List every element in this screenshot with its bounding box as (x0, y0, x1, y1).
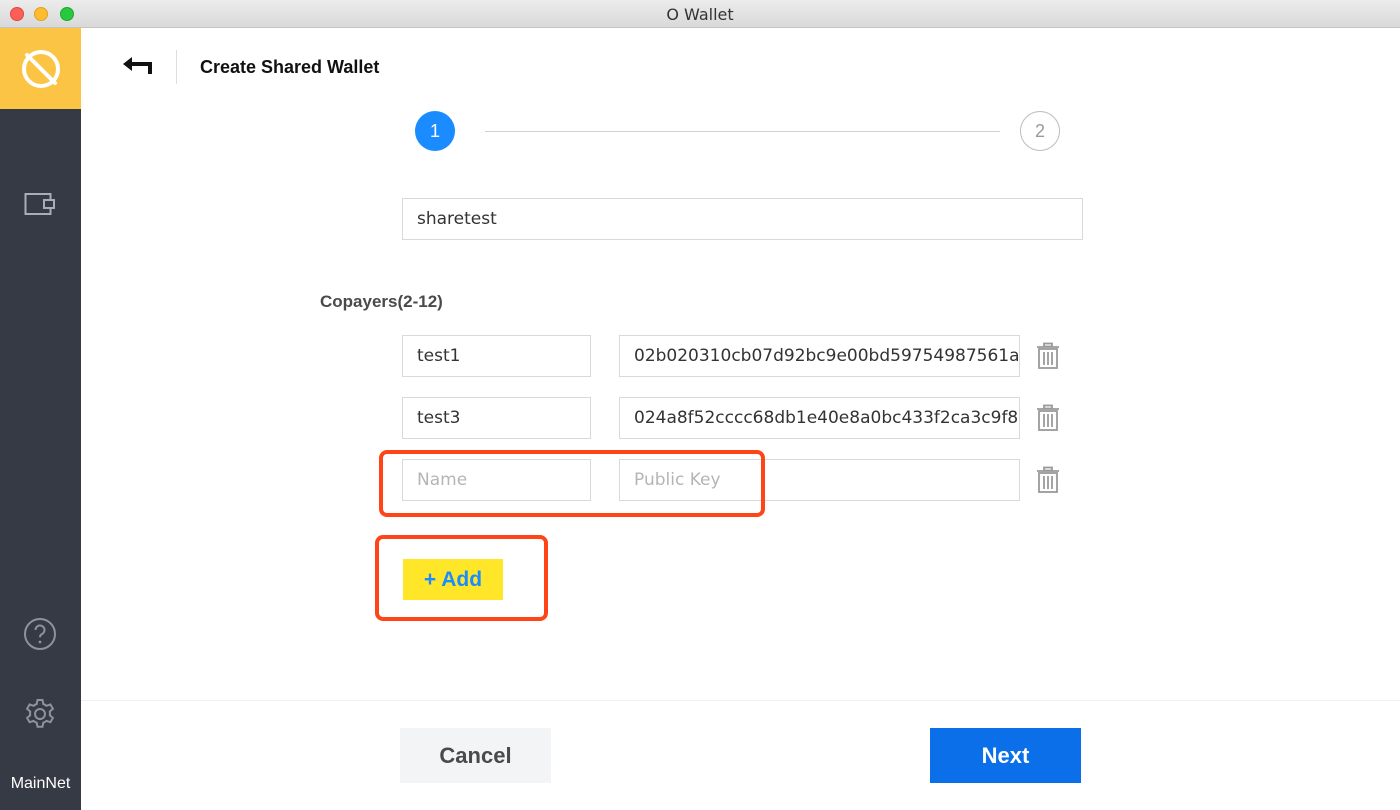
trash-icon (1037, 342, 1059, 369)
sidebar-item-help[interactable] (20, 614, 60, 654)
copayer-2-key-input[interactable]: 024a8f52cccc68db1e40e8a0bc433f2ca3c9f87 (619, 397, 1020, 439)
footer-divider (81, 700, 1400, 701)
wallet-name-input[interactable]: sharetest (402, 198, 1083, 240)
step-2-indicator: 2 (1020, 111, 1060, 151)
copayer-1-name-input[interactable]: test1 (402, 335, 591, 377)
app-logo[interactable] (0, 28, 81, 109)
trash-icon (1037, 404, 1059, 431)
help-icon (24, 618, 56, 650)
copayer-2-name-input[interactable]: test3 (402, 397, 591, 439)
sidebar-item-settings[interactable] (20, 694, 60, 734)
onto-logo-icon (21, 49, 60, 88)
new-copayer-key-input[interactable]: Public Key (619, 459, 1020, 501)
step-1-indicator: 1 (415, 111, 455, 151)
next-button[interactable]: Next (930, 728, 1081, 783)
sidebar: MainNet (0, 28, 81, 810)
delete-copayer-2-button[interactable] (1033, 402, 1063, 434)
back-arrow-icon (123, 57, 152, 74)
wallet-icon (24, 193, 55, 215)
delete-copayer-1-button[interactable] (1033, 340, 1063, 372)
window-titlebar: O Wallet (0, 0, 1400, 28)
back-button[interactable] (119, 52, 157, 80)
window-title: O Wallet (666, 5, 734, 24)
sidebar-item-wallets[interactable] (20, 184, 60, 224)
delete-copayer-3-button[interactable] (1033, 464, 1063, 496)
step-connector (485, 131, 1000, 132)
new-copayer-name-input[interactable]: Name (402, 459, 591, 501)
page-title: Create Shared Wallet (200, 57, 380, 77)
add-copayer-button[interactable]: + Add (403, 559, 503, 600)
copayer-1-key-input[interactable]: 02b020310cb07d92bc9e00bd59754987561a8e (619, 335, 1020, 377)
trash-icon (1037, 466, 1059, 493)
settings-gear-icon (25, 699, 55, 728)
copayers-label: Copayers(2-12) (320, 292, 443, 311)
cancel-button[interactable]: Cancel (400, 728, 551, 783)
header-divider (176, 50, 177, 84)
network-label: MainNet (10, 775, 71, 792)
